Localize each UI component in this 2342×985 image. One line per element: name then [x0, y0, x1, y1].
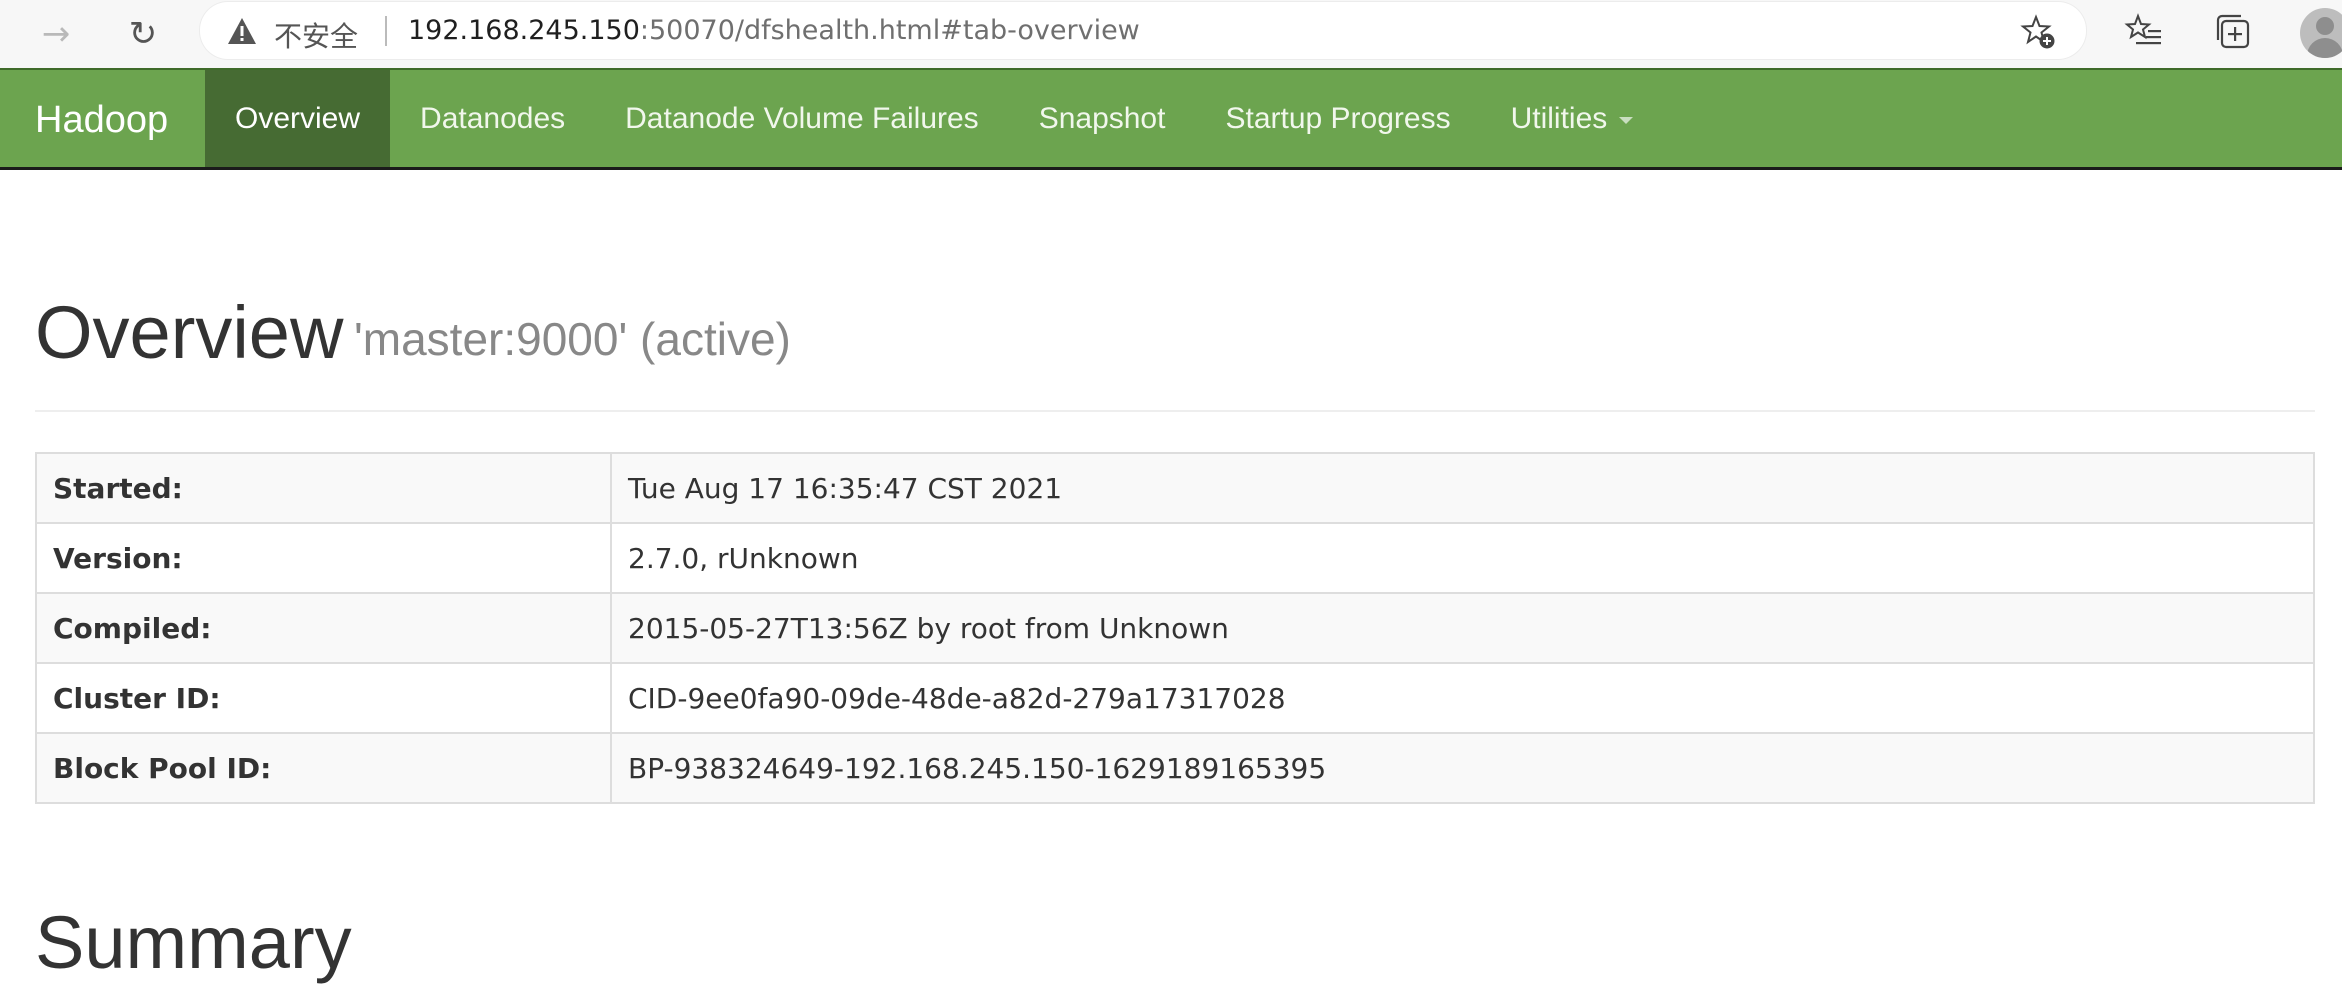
row-value: BP-938324649-192.168.245.150-16291891653… [610, 732, 2315, 804]
brand-logo-text[interactable]: Hadoop [35, 70, 168, 170]
collections-icon[interactable] [2213, 12, 2253, 52]
row-label: Block Pool ID: [35, 732, 612, 804]
row-value: CID-9ee0fa90-09de-48de-a82d-279a17317028 [610, 662, 2315, 734]
table-row: Version: 2.7.0, rUnknown [35, 522, 2315, 594]
tab-utilities-dropdown[interactable]: Utilities [1481, 70, 1664, 167]
browser-toolbar: → ↻ 不安全 192.168.245.150:50070/dfshealth.… [0, 0, 2342, 68]
row-label: Started: [35, 452, 612, 524]
tab-utilities-label: Utilities [1510, 102, 1608, 135]
row-label: Version: [35, 522, 612, 594]
avatar-shoulders [2307, 38, 2342, 58]
address-bar[interactable]: 不安全 192.168.245.150:50070/dfshealth.html… [200, 2, 2086, 59]
star-add-icon[interactable] [2020, 14, 2056, 50]
table-row: Cluster ID: CID-9ee0fa90-09de-48de-a82d-… [35, 662, 2315, 734]
row-value: 2.7.0, rUnknown [610, 522, 2315, 594]
warning-triangle-icon[interactable] [226, 16, 258, 46]
url-host: 192.168.245.150 [408, 15, 640, 46]
tab-snapshot[interactable]: Snapshot [1009, 70, 1196, 167]
page-subtitle: 'master:9000' (active) [354, 313, 791, 365]
reload-icon[interactable]: ↻ [119, 10, 167, 58]
row-value: 2015-05-27T13:56Z by root from Unknown [610, 592, 2315, 664]
page-title: Overview [35, 291, 344, 374]
table-row: Block Pool ID: BP-938324649-192.168.245.… [35, 732, 2315, 804]
favorites-list-icon[interactable] [2124, 12, 2164, 52]
back-arrow-icon[interactable]: → [32, 10, 80, 58]
row-label: Cluster ID: [35, 662, 612, 734]
address-divider [385, 16, 387, 46]
tab-overview[interactable]: Overview [205, 70, 391, 167]
caret-down-icon [1619, 116, 1634, 124]
url-path: :50070/dfshealth.html#tab-overview [639, 15, 1140, 46]
row-label: Compiled: [35, 592, 612, 664]
table-row: Started: Tue Aug 17 16:35:47 CST 2021 [35, 452, 2315, 524]
security-label[interactable]: 不安全 [274, 15, 358, 55]
tab-startup-progress[interactable]: Startup Progress [1195, 70, 1480, 167]
overview-info-table: Started: Tue Aug 17 16:35:47 CST 2021 Ve… [35, 452, 2315, 804]
url-text[interactable]: 192.168.245.150:50070/dfshealth.html#tab… [408, 15, 1140, 46]
table-row: Compiled: 2015-05-27T13:56Z by root from… [35, 592, 2315, 664]
profile-avatar-icon[interactable] [2300, 8, 2342, 58]
page-header: Overview 'master:9000' (active) [35, 282, 2315, 412]
tab-datanode-volume-failures[interactable]: Datanode Volume Failures [595, 70, 1009, 167]
avatar-head [2316, 17, 2334, 35]
hadoop-navbar: Hadoop Overview Datanodes Datanode Volum… [0, 68, 2342, 170]
tab-datanodes[interactable]: Datanodes [390, 70, 595, 167]
row-value: Tue Aug 17 16:35:47 CST 2021 [610, 452, 2315, 524]
summary-heading: Summary [35, 901, 352, 984]
nav-tabs: Overview Datanodes Datanode Volume Failu… [205, 70, 1663, 167]
